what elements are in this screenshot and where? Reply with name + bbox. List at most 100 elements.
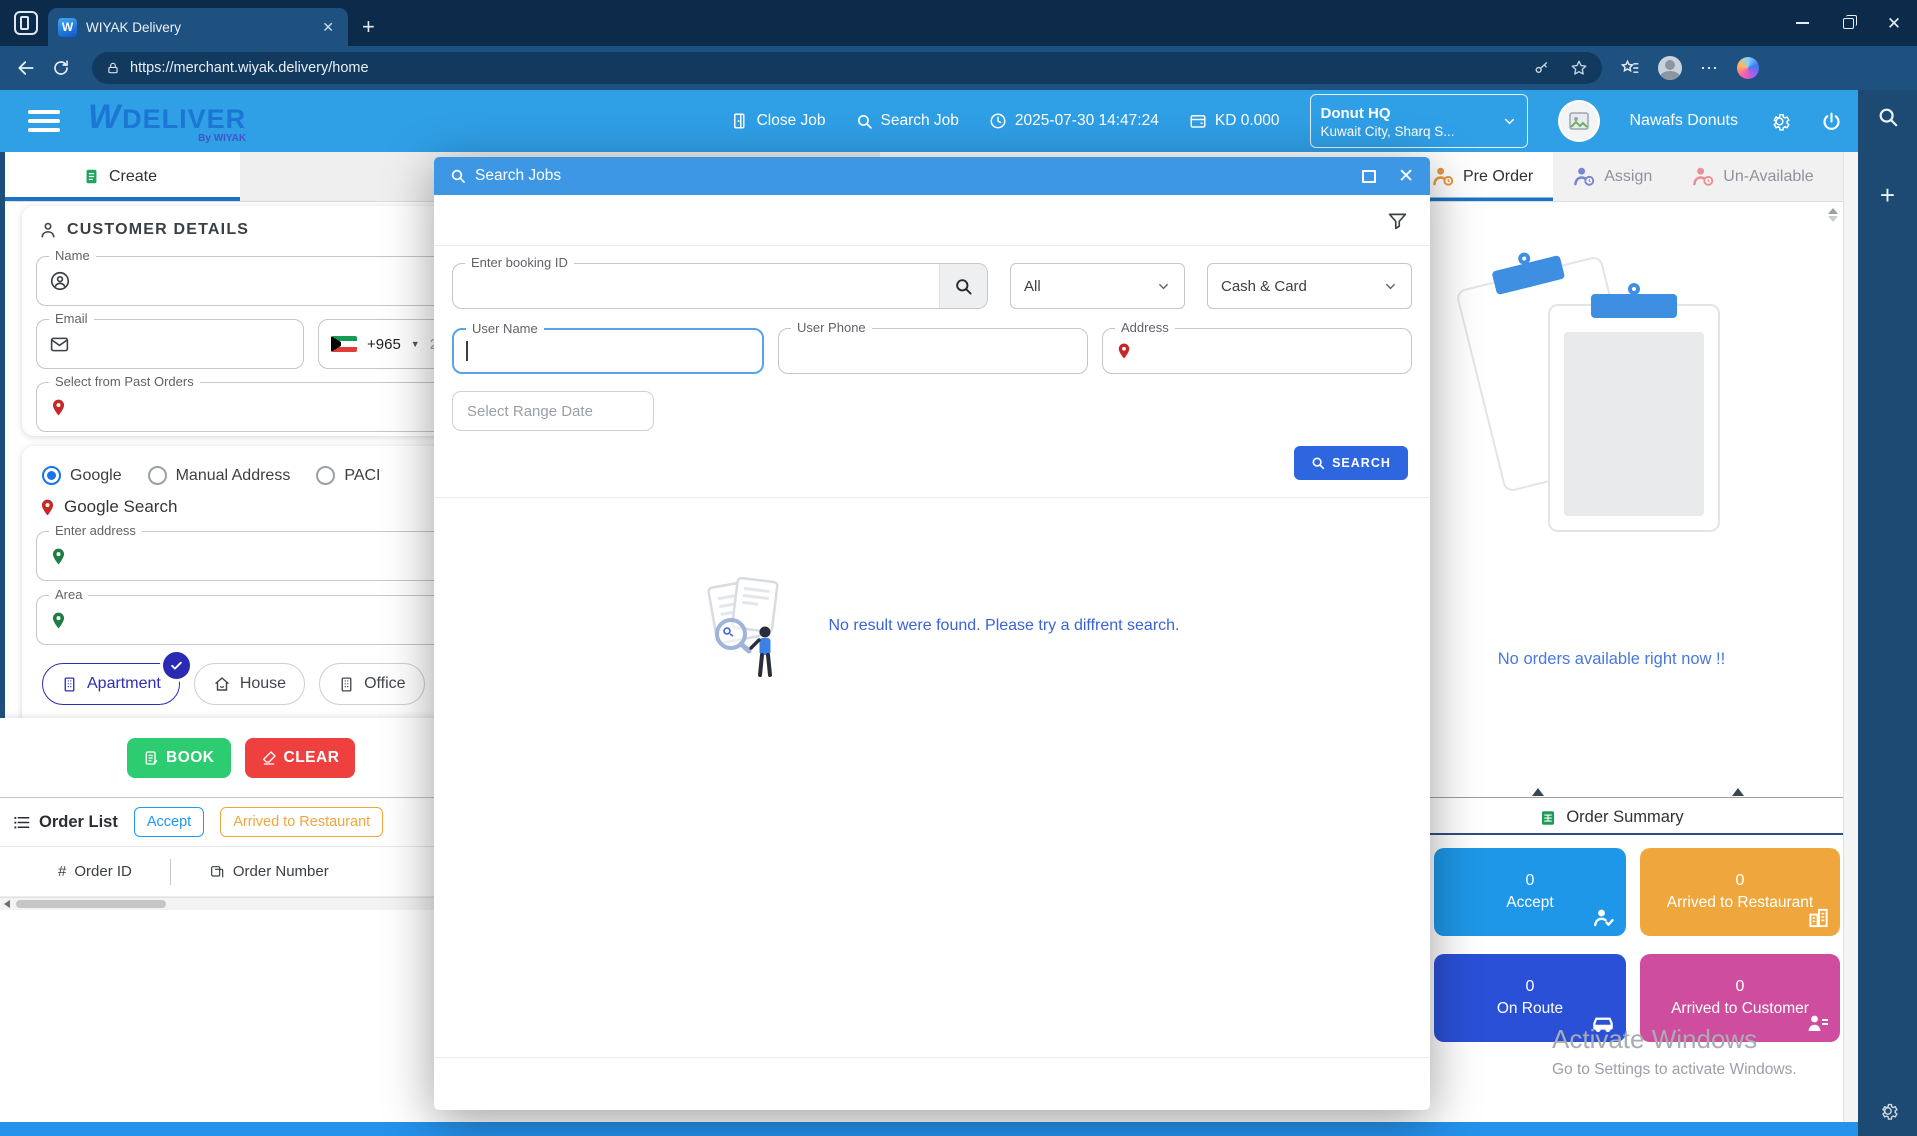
- splitter-handle[interactable]: [1532, 788, 1544, 796]
- filter-accept-button[interactable]: Accept: [134, 807, 204, 837]
- building-type-office[interactable]: Office: [319, 663, 425, 705]
- order-summary-title: Order Summary: [1566, 808, 1683, 827]
- panel-scroll-arrows[interactable]: [1827, 208, 1839, 238]
- building-type-apartment[interactable]: Apartment: [42, 663, 180, 705]
- map-pin-icon: [49, 547, 68, 566]
- splitter-handle[interactable]: [1732, 788, 1744, 796]
- column-order-id[interactable]: # Order ID: [58, 863, 132, 880]
- person-check-icon: [1592, 905, 1616, 929]
- office-icon: [338, 676, 355, 693]
- chevron-down-icon: ▼: [411, 339, 420, 349]
- password-key-icon[interactable]: [1533, 60, 1550, 77]
- booking-id-field[interactable]: Enter booking ID: [452, 263, 988, 309]
- tab-un-available[interactable]: Un-Available: [1672, 152, 1833, 201]
- modal-titlebar[interactable]: Search Jobs ✕: [434, 157, 1430, 195]
- address-field[interactable]: Address: [1102, 328, 1412, 374]
- book-button[interactable]: BOOK: [127, 738, 231, 778]
- app-logo: WDELIVER By WIYAK: [88, 98, 246, 144]
- tile-arrived-restaurant[interactable]: 0 Arrived to Restaurant: [1640, 848, 1840, 936]
- balance-display: KD 0.000: [1189, 112, 1280, 130]
- modal-maximize-icon[interactable]: [1362, 170, 1376, 183]
- search-icon: [450, 168, 466, 184]
- activate-windows-watermark: Activate Windows Go to Settings to activ…: [1552, 1024, 1797, 1079]
- text-cursor: [466, 341, 468, 361]
- search-icon: [856, 113, 873, 130]
- refresh-icon[interactable]: [52, 59, 70, 77]
- merchant-avatar[interactable]: [1558, 100, 1600, 142]
- map-pin-icon: [38, 498, 57, 517]
- tab-assign[interactable]: Assign: [1553, 152, 1672, 201]
- browser-menu-icon[interactable]: ⋯: [1700, 58, 1719, 79]
- favorites-bar-icon[interactable]: [1620, 58, 1640, 78]
- menu-hamburger-icon[interactable]: [28, 110, 60, 132]
- status-filter-select[interactable]: All: [1010, 263, 1185, 309]
- minimize-button[interactable]: [1779, 0, 1825, 46]
- email-field[interactable]: Email: [36, 319, 304, 369]
- sidebar-search-icon[interactable]: [1877, 106, 1899, 128]
- browser-address-bar: https://merchant.wiyak.delivery/home ⋯: [0, 46, 1917, 90]
- bookmark-star-icon[interactable]: [1570, 59, 1588, 77]
- create-doc-icon: [83, 168, 100, 185]
- copilot-icon[interactable]: [1737, 57, 1759, 79]
- modal-title: Search Jobs: [475, 167, 1353, 185]
- order-list-title: Order List: [39, 813, 118, 832]
- kuwait-flag-icon: [331, 336, 357, 352]
- radio-manual-address[interactable]: Manual Address: [148, 466, 291, 485]
- url-bar[interactable]: https://merchant.wiyak.delivery/home: [92, 52, 1602, 84]
- power-icon[interactable]: [1821, 111, 1842, 132]
- browser-tab[interactable]: W WIYAK Delivery ✕: [48, 8, 348, 46]
- scroll-left-arrow[interactable]: [0, 898, 14, 910]
- site-favicon: W: [58, 18, 77, 37]
- tab-create[interactable]: Create: [0, 152, 240, 201]
- orders-panel: Pre Order Assign Un-Available No orders …: [1380, 152, 1843, 1122]
- vertical-scrollbar[interactable]: [1843, 152, 1858, 1122]
- left-edge-strip: [0, 152, 5, 718]
- date-range-input[interactable]: Select Range Date: [452, 391, 654, 431]
- filter-arrived-restaurant-button[interactable]: Arrived to Restaurant: [220, 807, 383, 837]
- back-icon[interactable]: [16, 58, 36, 78]
- column-order-number[interactable]: Order Number: [209, 863, 329, 880]
- eraser-icon: [261, 750, 277, 766]
- search-job-button[interactable]: Search Job: [856, 112, 959, 130]
- sidebar-settings-gear-icon[interactable]: [1858, 1100, 1917, 1122]
- payment-filter-select[interactable]: Cash & Card: [1207, 263, 1412, 309]
- close-job-button[interactable]: Close Job: [731, 112, 826, 130]
- browser-tab-bar: W WIYAK Delivery ✕ + ✕: [0, 0, 1917, 46]
- booking-search-button[interactable]: [939, 264, 987, 308]
- clear-button[interactable]: CLEAR: [245, 738, 356, 778]
- datetime-display: 2025-07-30 14:47:24: [989, 112, 1159, 130]
- search-submit-button[interactable]: SEARCH: [1294, 446, 1408, 480]
- house-icon: [213, 675, 231, 693]
- filter-funnel-icon[interactable]: [1387, 210, 1408, 231]
- chevron-down-icon: [1156, 279, 1171, 294]
- user-name-field[interactable]: User Name: [452, 328, 764, 374]
- clock-icon: [989, 112, 1007, 130]
- close-window-button[interactable]: ✕: [1871, 0, 1917, 46]
- radio-paci[interactable]: PACI: [316, 466, 380, 485]
- branch-selector[interactable]: Donut HQ Kuwait City, Sharq S...: [1310, 94, 1528, 148]
- chevron-down-icon: [1383, 279, 1398, 294]
- radio-google[interactable]: Google: [42, 466, 122, 485]
- tab-title: WIYAK Delivery: [86, 20, 309, 35]
- image-icon: [1567, 109, 1591, 133]
- scrollbar-thumb[interactable]: [16, 900, 166, 908]
- restore-button[interactable]: [1825, 0, 1871, 46]
- tile-accept[interactable]: 0 Accept: [1434, 848, 1626, 936]
- user-phone-field[interactable]: User Phone: [778, 328, 1088, 374]
- building-type-house[interactable]: House: [194, 663, 305, 705]
- tab-close-icon[interactable]: ✕: [318, 18, 338, 36]
- order-summary-tiles: 0 Accept 0 Arrived to Restaurant 0 On Ro…: [1434, 848, 1840, 1042]
- modal-close-icon[interactable]: ✕: [1398, 167, 1414, 186]
- settings-gear-icon[interactable]: [1768, 110, 1791, 133]
- mail-icon: [49, 334, 70, 355]
- search-icon: [954, 277, 973, 296]
- sidebar-add-icon[interactable]: +: [1880, 180, 1895, 211]
- person-clock-icon: [1573, 165, 1596, 188]
- phone-country-code[interactable]: +965: [367, 336, 401, 353]
- new-tab-button[interactable]: +: [362, 14, 375, 40]
- apartment-icon: [61, 676, 78, 693]
- logo-w: W: [88, 98, 120, 137]
- map-pin-icon: [1115, 342, 1133, 360]
- browser-profile-avatar[interactable]: [1658, 56, 1682, 80]
- tab-actions-icon[interactable]: [14, 11, 38, 35]
